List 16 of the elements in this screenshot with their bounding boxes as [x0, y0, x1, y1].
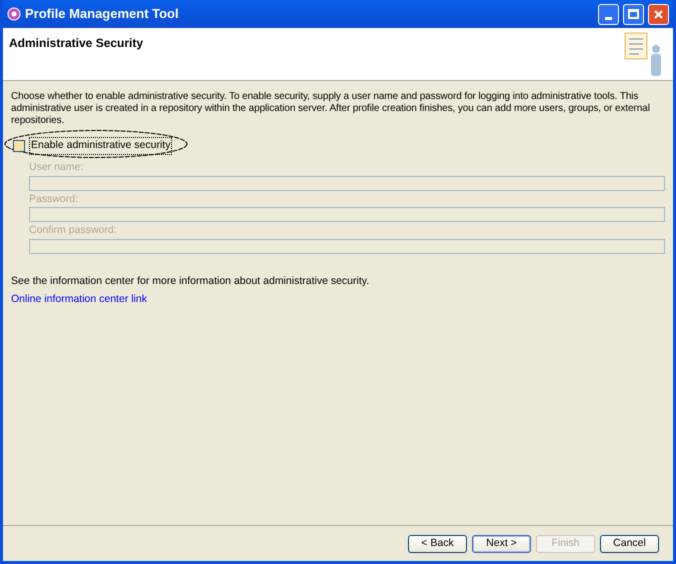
close-icon [653, 8, 664, 20]
close-button[interactable] [648, 4, 669, 24]
wizard-button[interactable]: < Back [408, 534, 467, 552]
description-text: Choose whether to enable administrative security. To enable security, supply a user name and password for logging into administrative tools. This administrative user is created in a repository within the application server. After profile creation finishes, you can add more users, groups, or external repositories. [11, 91, 651, 127]
minimize-button[interactable] [598, 4, 619, 24]
page-title: Administrative Security [9, 35, 144, 52]
field-label: Confirm password: [29, 223, 118, 238]
window-title: Profile Management Tool [25, 5, 180, 24]
app-icon [7, 7, 21, 21]
field-label: User name: [29, 160, 84, 175]
wizard-button[interactable]: Cancel [600, 534, 659, 552]
wizard-button[interactable]: Next > [472, 534, 531, 552]
info-text: See the information center for more information about administrative security. [11, 274, 370, 289]
field-label: Password: [29, 192, 80, 206]
maximize-button[interactable] [623, 4, 644, 24]
info-center-link[interactable]: Online information center link [11, 292, 147, 308]
